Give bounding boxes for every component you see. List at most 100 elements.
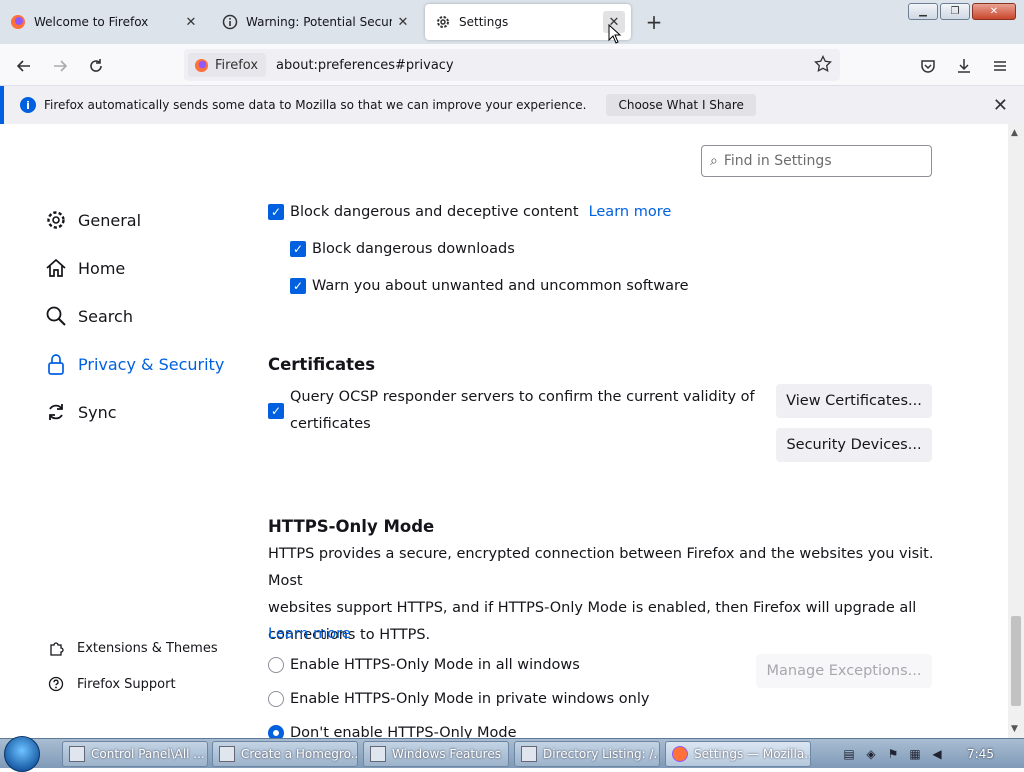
security-devices-button[interactable]: Security Devices...	[776, 428, 932, 462]
warn-unwanted-checkbox[interactable]: ✓	[290, 278, 306, 294]
block-dangerous-content-row: ✓ Block dangerous and deceptive content …	[268, 204, 671, 220]
sidebar-item-search[interactable]: Search	[44, 304, 133, 328]
sidebar-item-label: Extensions & Themes	[77, 640, 218, 656]
https-description-line2: websites support HTTPS, and if HTTPS-Onl…	[268, 600, 917, 616]
sidebar-item-home[interactable]: Home	[44, 256, 125, 280]
sidebar-item-label: Search	[78, 306, 133, 326]
ocsp-checkbox-box[interactable]: ✓	[268, 403, 284, 419]
block-dangerous-label[interactable]: Block dangerous and deceptive content	[290, 204, 579, 220]
taskbar-item-homegroup[interactable]: Create a Homegro...	[212, 741, 358, 767]
close-icon[interactable]: ✕	[993, 95, 1008, 116]
https-option-all-windows[interactable]: Enable HTTPS-Only Mode in all windows	[268, 657, 580, 673]
lock-icon	[44, 352, 68, 376]
tab-title: Warning: Potential Security R	[246, 15, 392, 29]
mouse-cursor-icon	[608, 24, 622, 44]
flag-icon[interactable]: ⚑	[885, 746, 901, 762]
url-text[interactable]: about:preferences#privacy	[276, 58, 454, 73]
ocsp-checkbox[interactable]: ✓	[268, 403, 290, 419]
start-button[interactable]	[4, 736, 40, 772]
reload-button[interactable]	[83, 53, 109, 79]
sidebar-item-sync[interactable]: Sync	[44, 400, 117, 424]
internet-explorer-icon	[521, 746, 537, 762]
close-tab-icon[interactable]: ✕	[392, 11, 414, 33]
clock[interactable]: 7:45	[967, 747, 994, 761]
block-downloads-checkbox[interactable]: ✓	[290, 241, 306, 257]
learn-more-link[interactable]: Learn more	[589, 204, 672, 220]
new-tab-button[interactable]: +	[642, 10, 666, 34]
radio-all-windows[interactable]	[268, 657, 284, 673]
windows-features-icon	[370, 746, 386, 762]
bookmark-star-icon[interactable]	[814, 54, 834, 75]
warn-unwanted-label[interactable]: Warn you about unwanted and uncommon sof…	[312, 278, 689, 294]
forward-button[interactable]	[47, 53, 73, 79]
window-controls: ▁ ❐ ✕	[908, 3, 1016, 20]
sidebar-item-extensions-themes[interactable]: Extensions & Themes	[47, 639, 218, 657]
option-all-label[interactable]: Enable HTTPS-Only Mode in all windows	[290, 657, 580, 673]
home-icon	[44, 256, 68, 280]
download-icon	[958, 59, 970, 73]
sidebar-item-general[interactable]: General	[44, 208, 141, 232]
https-option-private-windows[interactable]: Enable HTTPS-Only Mode in private window…	[268, 691, 649, 707]
find-in-settings-input[interactable]: ⌕ Find in Settings	[701, 145, 932, 177]
volume-muted-icon[interactable]: ◀	[929, 746, 945, 762]
taskbar-item-label: Settings — Mozilla...	[694, 747, 811, 761]
scroll-down-arrow-icon[interactable]: ▼	[1011, 724, 1018, 734]
taskbar-item-control-panel[interactable]: Control Panel\All ...	[62, 741, 208, 767]
taskbar-item-ie-directory[interactable]: Directory Listing: /...	[514, 741, 660, 767]
option-private-label[interactable]: Enable HTTPS-Only Mode in private window…	[290, 691, 649, 707]
maximize-button[interactable]: ❐	[940, 3, 970, 20]
menu-button[interactable]	[987, 53, 1013, 79]
tab-welcome[interactable]: Welcome to Firefox ✕	[0, 4, 208, 40]
help-icon	[47, 675, 65, 693]
search-icon: ⌕	[710, 153, 718, 169]
firefox-icon	[10, 14, 26, 30]
block-downloads-label[interactable]: Block dangerous downloads	[312, 241, 515, 257]
ocsp-label[interactable]: Query OCSP responder servers to confirm …	[290, 384, 760, 438]
gear-icon	[435, 14, 451, 30]
tab-warning[interactable]: Warning: Potential Security R ✕	[212, 4, 420, 40]
tab-settings[interactable]: Settings ✕	[425, 4, 631, 40]
radio-private-windows[interactable]	[268, 691, 284, 707]
choose-what-i-share-button[interactable]: Choose What I Share	[606, 94, 756, 116]
close-window-button[interactable]: ✕	[972, 3, 1016, 20]
scroll-up-arrow-icon[interactable]: ▲	[1011, 128, 1018, 138]
page-scrollbar[interactable]: ▲ ▼	[1008, 124, 1024, 738]
manage-exceptions-button: Manage Exceptions...	[756, 654, 932, 688]
navigation-toolbar: Firefox about:preferences#privacy	[0, 44, 1024, 86]
https-learn-more-link[interactable]: Learn more	[268, 626, 351, 642]
identity-box[interactable]: Firefox	[188, 53, 267, 77]
taskbar-item-firefox-settings[interactable]: Settings — Mozilla...	[665, 741, 811, 767]
view-certificates-button[interactable]: View Certificates...	[776, 384, 932, 418]
sidebar-item-firefox-support[interactable]: Firefox Support	[47, 675, 176, 693]
back-button[interactable]	[11, 53, 37, 79]
option-off-label[interactable]: Don't enable HTTPS-Only Mode	[290, 725, 517, 738]
sidebar-item-privacy-security[interactable]: Privacy & Security	[44, 352, 224, 376]
security-shield-icon[interactable]: ◈	[863, 746, 879, 762]
https-option-disabled[interactable]: Don't enable HTTPS-Only Mode	[268, 725, 517, 738]
tab-title: Welcome to Firefox	[34, 15, 149, 29]
taskbar-item-label: Directory Listing: /...	[543, 747, 660, 761]
sidebar-item-label: General	[78, 210, 142, 230]
warn-unwanted-row: ✓ Warn you about unwanted and uncommon s…	[290, 278, 689, 294]
firefox-icon	[194, 58, 209, 73]
ocsp-label-line2: certificates	[290, 416, 371, 432]
identity-label: Firefox	[215, 57, 259, 73]
minimize-button[interactable]: ▁	[908, 3, 938, 20]
close-tab-icon[interactable]: ✕	[180, 11, 202, 33]
firefox-icon	[672, 746, 688, 762]
reload-icon	[90, 59, 102, 72]
block-dangerous-checkbox[interactable]: ✓	[268, 204, 284, 220]
downloads-button[interactable]	[951, 53, 977, 79]
radio-dont-enable[interactable]	[268, 725, 284, 738]
url-bar[interactable]: Firefox about:preferences#privacy	[184, 49, 840, 81]
taskbar-item-windows-features[interactable]: Windows Features	[363, 741, 509, 767]
find-placeholder: Find in Settings	[723, 153, 832, 169]
puzzle-icon	[47, 639, 65, 657]
pocket-button[interactable]	[915, 53, 941, 79]
hamburger-menu-icon	[994, 61, 1006, 71]
taskbar-item-label: Control Panel\All ...	[91, 747, 205, 761]
taskbar-item-label: Windows Features	[392, 747, 501, 761]
document-icon[interactable]: ▤	[841, 746, 857, 762]
network-icon[interactable]: ▦	[907, 746, 923, 762]
scrollbar-thumb[interactable]	[1011, 616, 1021, 706]
